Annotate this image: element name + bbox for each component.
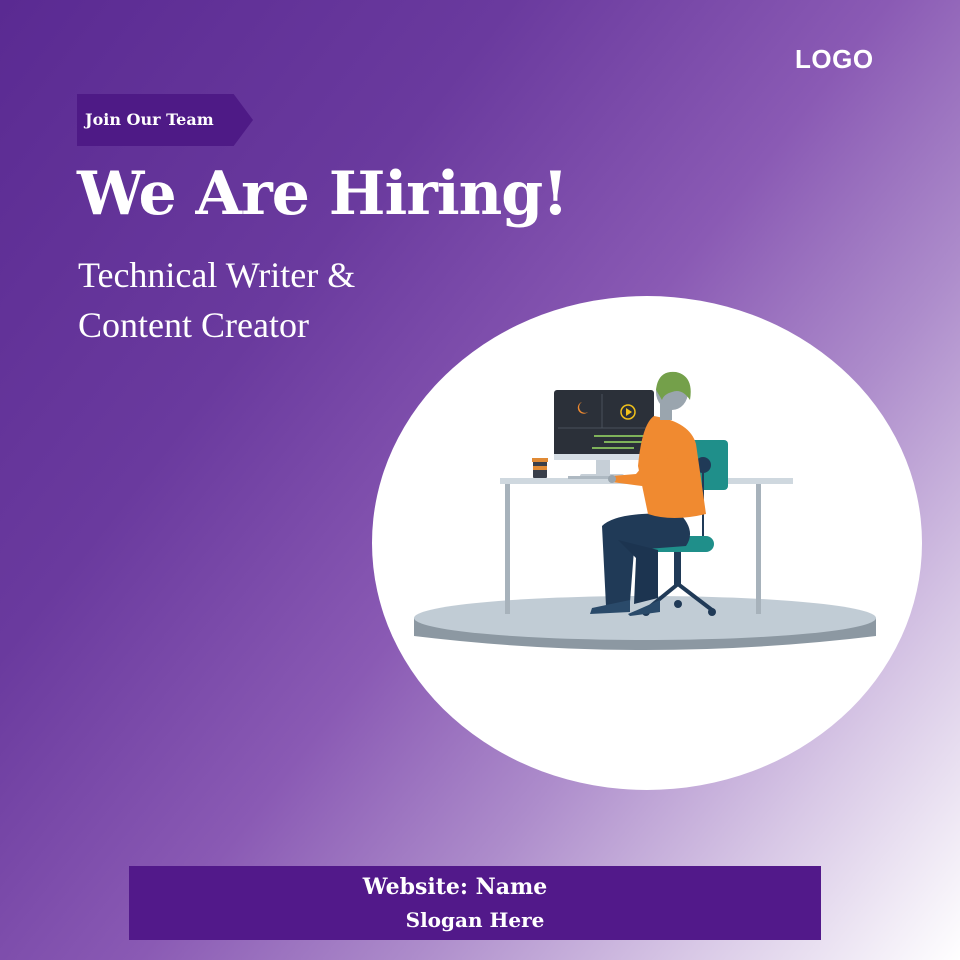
monitor [554, 390, 654, 460]
platform-top [414, 596, 876, 640]
job-title-line-1: Technical Writer & [78, 255, 356, 295]
ribbon-label: Join Our Team [85, 110, 214, 129]
website-name: Website: Name [362, 874, 548, 900]
keyboard [568, 476, 614, 479]
slogan: Slogan Here [405, 908, 545, 932]
desk-leg-left [505, 484, 510, 614]
footer-banner: Website: Name Slogan Here [129, 866, 821, 940]
job-title: Technical Writer & Content Creator [78, 250, 355, 350]
hiring-poster: LOGO Join Our Team We Are Hiring! Techni… [0, 0, 960, 960]
logo: LOGO [795, 44, 874, 74]
person-at-desk-illustration [414, 371, 876, 650]
job-title-line-2: Content Creator [78, 305, 309, 345]
join-our-team-ribbon: Join Our Team [77, 94, 253, 146]
headline: We Are Hiring! [77, 159, 569, 229]
desk-leg-right [756, 484, 761, 614]
